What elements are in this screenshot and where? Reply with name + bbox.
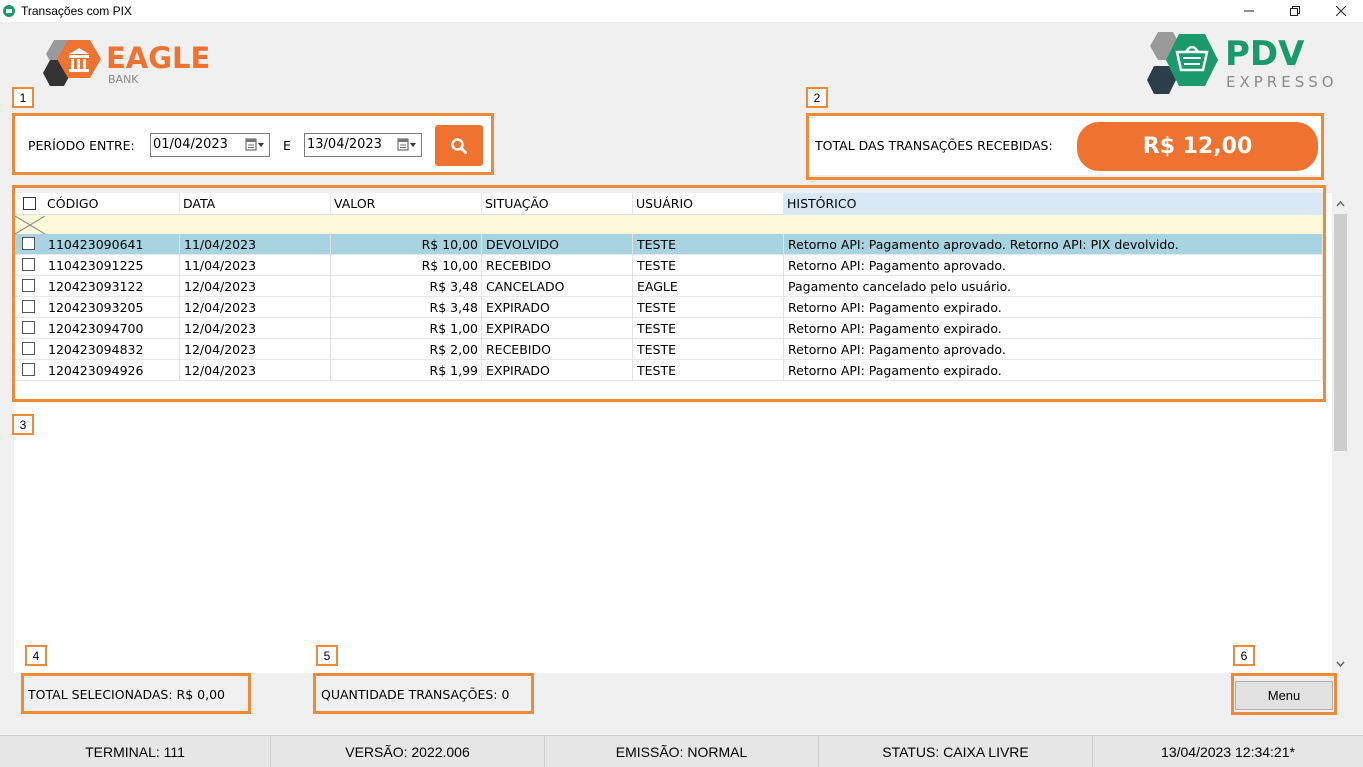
tag-3: 3	[12, 414, 34, 435]
tag-4: 4	[25, 645, 47, 666]
selected-total-label: TOTAL SELECIONADAS: R$ 0,00	[28, 687, 225, 702]
quantity-label: QUANTIDADE TRANSAÇÕES: 0	[321, 687, 510, 702]
chevron-up-icon	[1336, 200, 1345, 206]
eagle-logo-text: EAGLE	[106, 41, 211, 75]
search-icon	[451, 137, 467, 154]
total-label: TOTAL DAS TRANSAÇÕES RECEBIDAS:	[815, 138, 1053, 153]
pdv-logo-mark	[1147, 32, 1218, 94]
pdv-logo-subtext: EXPRESSO	[1226, 73, 1338, 91]
eagle-bank-logo: EAGLE BANK	[40, 38, 210, 93]
and-label: E	[283, 138, 291, 153]
calendar-dropdown-icon[interactable]	[245, 138, 265, 152]
minimize-icon	[1244, 10, 1254, 12]
start-date-value: 01/04/2023	[153, 137, 228, 152]
status-emission: EMISSÃO: NORMAL	[545, 736, 819, 767]
tag-1: 1	[12, 87, 34, 108]
status-terminal: TERMINAL: 111	[0, 736, 271, 767]
menu-frame	[1231, 673, 1337, 715]
total-value-badge: R$ 12,00	[1077, 122, 1318, 171]
end-date-value: 13/04/2023	[307, 137, 382, 152]
scroll-down-icon[interactable]	[1332, 655, 1349, 672]
minimize-button[interactable]	[1226, 0, 1272, 22]
grid-frame	[12, 185, 1326, 402]
restore-icon	[1290, 6, 1300, 16]
pdv-expresso-logo: PDV EXPRESSO	[1143, 30, 1348, 100]
end-date-picker[interactable]: 13/04/2023	[304, 133, 422, 157]
eagle-logo-subtext: BANK	[108, 73, 139, 86]
status-bar: TERMINAL: 111 VERSÃO: 2022.006 EMISSÃO: …	[0, 735, 1363, 767]
calendar-dropdown-icon[interactable]	[397, 138, 417, 152]
chevron-down-icon	[1336, 661, 1345, 667]
search-button[interactable]	[435, 125, 483, 166]
status-caixa: STATUS: CAIXA LIVRE	[819, 736, 1093, 767]
tag-2: 2	[806, 87, 828, 108]
scroll-thumb[interactable]	[1334, 214, 1347, 451]
restore-button[interactable]	[1272, 0, 1318, 22]
tag-6: 6	[1233, 645, 1255, 666]
scroll-up-icon[interactable]	[1332, 195, 1349, 212]
app-icon	[3, 5, 15, 17]
tag-5: 5	[316, 645, 338, 666]
title-bar: Transações com PIX	[0, 0, 1363, 22]
period-label: PERÍODO ENTRE:	[28, 138, 135, 153]
close-icon	[1336, 6, 1346, 16]
status-datetime: 13/04/2023 12:34:21*	[1161, 744, 1295, 760]
window-title: Transações com PIX	[21, 4, 132, 18]
start-date-picker[interactable]: 01/04/2023	[150, 133, 270, 157]
close-button[interactable]	[1318, 0, 1363, 22]
pdv-logo-text: PDV	[1225, 34, 1305, 74]
grid-vertical-scrollbar[interactable]	[1332, 193, 1349, 673]
status-version: VERSÃO: 2022.006	[271, 736, 545, 767]
